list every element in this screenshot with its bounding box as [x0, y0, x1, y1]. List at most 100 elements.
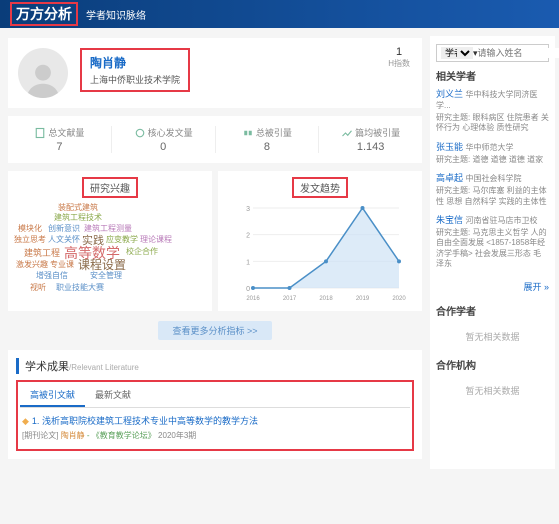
- scholar-link[interactable]: 刘义兰: [436, 89, 463, 99]
- stat-label: 篇均被引量: [355, 128, 400, 138]
- stat-label: 总被引量: [256, 128, 292, 138]
- trend-plot: 012320162017201820192020: [224, 202, 416, 302]
- stats-row: 总文献量7 核心发文量0 总被引量 8 篇均被引量 1.143: [8, 116, 422, 163]
- scholar-aff: 河南省驻马店市卫校: [466, 216, 538, 225]
- avatar: [18, 48, 68, 98]
- word-cloud-term[interactable]: 校企合作: [126, 246, 158, 257]
- svg-text:2: 2: [246, 233, 250, 240]
- tabs: 高被引文献 最新文献: [20, 384, 410, 408]
- heading-text: 学术成果: [25, 361, 69, 373]
- word-cloud-term[interactable]: 增强自信: [36, 270, 68, 281]
- stat-value: 8: [216, 141, 319, 153]
- word-cloud-term[interactable]: 建筑工程: [24, 246, 60, 259]
- search-input[interactable]: [478, 48, 559, 58]
- left-column: 陶肖静 上海中侨职业技术学院 1 H指数 总文献量7 核心发文量0 总被引量 8 …: [0, 28, 430, 469]
- svg-text:2016: 2016: [246, 296, 260, 302]
- word-cloud-term[interactable]: 理论课程: [140, 234, 172, 245]
- word-cloud-term[interactable]: 独立思考: [14, 234, 46, 245]
- svg-text:3: 3: [246, 206, 250, 213]
- chart-title: 发文趋势: [292, 177, 348, 198]
- article-author[interactable]: 陶肖静: [61, 431, 85, 440]
- expand-link[interactable]: 展开 »: [436, 276, 549, 297]
- person-icon: [24, 60, 62, 98]
- more-row: 查看更多分析指标 >>: [8, 321, 422, 340]
- article-date: 2020年3期: [158, 431, 196, 440]
- stat-core-docs: 核心发文量0: [112, 126, 216, 153]
- article-title-text[interactable]: 浅析高职院校建筑工程技术专业中高等数学的教学方法: [42, 416, 258, 426]
- search-type-select[interactable]: 学者: [441, 47, 473, 59]
- word-cloud-term[interactable]: 视听: [30, 282, 46, 293]
- article-item: ◆1. 浅析高职院校建筑工程技术专业中高等数学的教学方法 [期刊论文] 陶肖静 …: [20, 408, 410, 447]
- avg-icon: [341, 127, 353, 139]
- stat-value: 0: [112, 141, 215, 153]
- scholar-topics: 研究主题: 马尔库塞 利益的主体性 思想 自然科学 实践的主体性: [436, 186, 549, 207]
- word-cloud: 装配式建筑建筑工程技术模块化创新意识建筑工程测量独立思考人文关怀实践应变教学理论…: [14, 202, 206, 302]
- scholar-topics: 研究主题: 马克思主义哲学 人的自由全面发展 <1857-1858年经济学手稿>…: [436, 228, 549, 270]
- scholar-topics: 研究主题: 眼科病区 住院患者 关怀行为 心理体验 质性研究: [436, 113, 549, 134]
- article-meta: [期刊论文] 陶肖静 - 《教育教学论坛》 2020年3期: [22, 430, 408, 441]
- app-subtitle: 学者知识脉络: [86, 7, 146, 22]
- word-cloud-term[interactable]: 职业技能大赛: [56, 282, 104, 293]
- core-icon: [134, 127, 146, 139]
- word-cloud-term[interactable]: 创新意识: [48, 223, 80, 234]
- tab-high-cited[interactable]: 高被引文献: [20, 384, 85, 407]
- charts-row: 研究兴趣 装配式建筑建筑工程技术模块化创新意识建筑工程测量独立思考人文关怀实践应…: [8, 171, 422, 311]
- h-index-value: 1: [388, 46, 410, 58]
- article-journal[interactable]: - 《教育教学论坛》: [87, 431, 156, 440]
- stat-avg-cite: 篇均被引量 1.143: [319, 126, 422, 153]
- scholars-list: 刘义兰 华中科技大学同济医学...研究主题: 眼科病区 住院患者 关怀行为 心理…: [436, 87, 549, 270]
- svg-text:2018: 2018: [319, 296, 333, 302]
- app-title: 万方分析: [10, 2, 78, 26]
- search-box[interactable]: 学者 ▾ 🔍: [436, 44, 549, 62]
- svg-text:1: 1: [246, 260, 250, 267]
- tab-latest[interactable]: 最新文献: [85, 384, 141, 407]
- sidebar: 学者 ▾ 🔍 相关学者 刘义兰 华中科技大学同济医学...研究主题: 眼科病区 …: [430, 36, 555, 469]
- stat-total-docs: 总文献量7: [8, 126, 112, 153]
- word-cloud-term[interactable]: 模块化: [18, 223, 42, 234]
- coauthors-heading: 合作学者: [436, 303, 549, 318]
- scholar-aff: 华中师范大学: [466, 143, 514, 152]
- word-cloud-term[interactable]: 建筑工程技术: [54, 212, 102, 223]
- bullet-icon: ◆: [22, 416, 29, 426]
- stat-label: 总文献量: [48, 128, 84, 138]
- tabs-box: 高被引文献 最新文献 ◆1. 浅析高职院校建筑工程技术专业中高等数学的教学方法 …: [16, 380, 414, 451]
- publication-trend-chart: 发文趋势 012320162017201820192020: [218, 171, 422, 311]
- profile-card: 陶肖静 上海中侨职业技术学院 1 H指数: [8, 38, 422, 108]
- heading-en: /Relevant Literature: [69, 363, 139, 372]
- h-index: 1 H指数: [388, 46, 410, 69]
- research-interest-chart: 研究兴趣 装配式建筑建筑工程技术模块化创新意识建筑工程测量独立思考人文关怀实践应…: [8, 171, 212, 311]
- section-heading: 学术成果/Relevant Literature: [16, 358, 414, 374]
- scholar-item: 刘义兰 华中科技大学同济医学...研究主题: 眼科病区 住院患者 关怀行为 心理…: [436, 87, 549, 134]
- scholar-name[interactable]: 陶肖静: [90, 54, 180, 71]
- literature-section: 学术成果/Relevant Literature 高被引文献 最新文献 ◆1. …: [8, 350, 422, 459]
- coinst-heading: 合作机构: [436, 357, 549, 372]
- scholar-affiliation: 上海中侨职业技术学院: [90, 73, 180, 86]
- cite-icon: [242, 127, 254, 139]
- word-cloud-term[interactable]: 安全管理: [90, 270, 122, 281]
- scholar-link[interactable]: 朱宝信: [436, 215, 463, 225]
- svg-text:0: 0: [246, 286, 250, 293]
- scholar-item: 张玉能 华中师范大学研究主题: 道德 道德 道德 道家: [436, 140, 549, 165]
- stat-citations: 总被引量 8: [216, 126, 320, 153]
- svg-text:2019: 2019: [356, 296, 370, 302]
- no-data: 暂无相关数据: [436, 376, 549, 405]
- stat-value: 1.143: [319, 141, 422, 153]
- article-type: [期刊论文]: [22, 431, 58, 440]
- profile-info: 陶肖静 上海中侨职业技术学院: [80, 48, 190, 92]
- article-title[interactable]: ◆1. 浅析高职院校建筑工程技术专业中高等数学的教学方法: [22, 414, 408, 427]
- word-cloud-term[interactable]: 激发兴趣: [16, 259, 48, 270]
- scholar-link[interactable]: 张玉能: [436, 142, 463, 152]
- more-button[interactable]: 查看更多分析指标 >>: [158, 321, 271, 340]
- scholar-item: 高卓起 中国社会科学院研究主题: 马尔库塞 利益的主体性 思想 自然科学 实践的…: [436, 171, 549, 207]
- scholar-topics: 研究主题: 道德 道德 道德 道家: [436, 155, 549, 165]
- doc-icon: [34, 127, 46, 139]
- svg-text:2020: 2020: [392, 296, 406, 302]
- scholar-item: 朱宝信 河南省驻马店市卫校研究主题: 马克思主义哲学 人的自由全面发展 <185…: [436, 213, 549, 270]
- line-chart-svg: 012320162017201820192020: [224, 202, 416, 302]
- word-cloud-term[interactable]: 专业课: [50, 259, 74, 270]
- related-scholars-heading: 相关学者: [436, 68, 549, 83]
- no-data: 暂无相关数据: [436, 322, 549, 351]
- app-header: 万方分析 学者知识脉络: [0, 0, 559, 28]
- scholar-link[interactable]: 高卓起: [436, 173, 463, 183]
- article-num: 1.: [32, 416, 40, 426]
